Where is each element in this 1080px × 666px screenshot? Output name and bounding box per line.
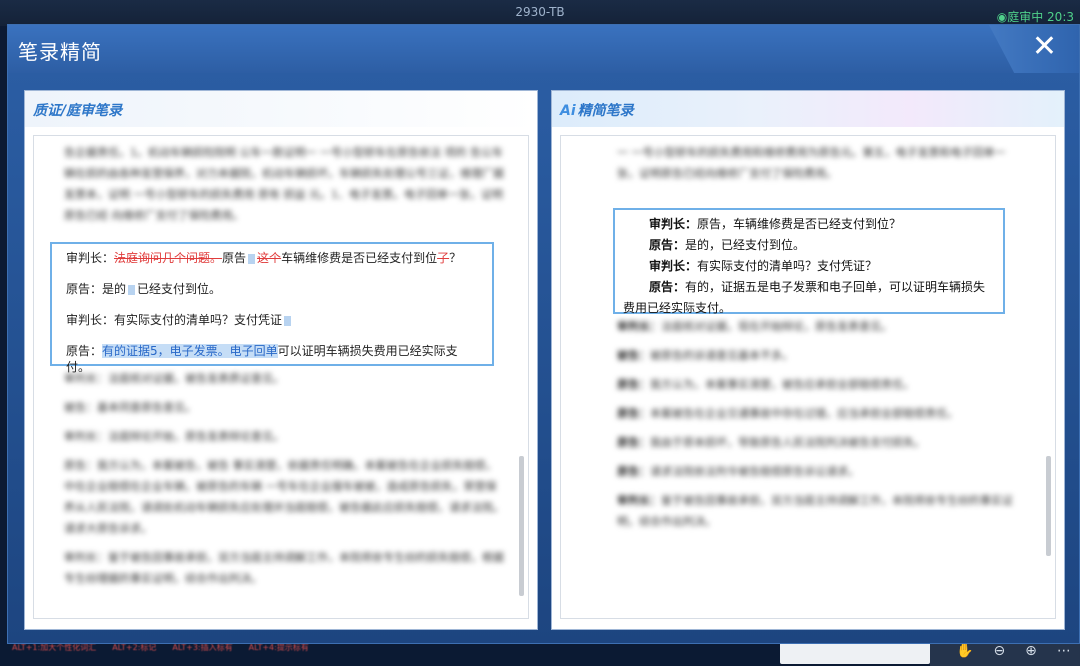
speaker-label: 审判长： xyxy=(649,259,698,273)
trial-status-indicator: ◉庭审中 20:3 xyxy=(996,10,1074,24)
dialogue-text: ？ xyxy=(449,251,462,265)
dialogue-line: 原告：是的，已经支付到位。 xyxy=(623,235,995,256)
edit-marker xyxy=(284,315,292,326)
transcript-document[interactable]: 告企据责任。1。机动车辆损险院明 公车一款证明一 一号小型轿车在原告依法 项的 … xyxy=(33,135,529,619)
edit-marker xyxy=(128,284,136,295)
hand-icon[interactable]: ✋ xyxy=(956,643,973,659)
zoom-out-icon[interactable]: ⊖ xyxy=(993,643,1005,659)
deleted-text: 法庭询问几个问题。 xyxy=(114,251,223,265)
speaker-label: 审判长： xyxy=(66,251,115,265)
speaker-label: 审判长： xyxy=(649,217,698,231)
blurred-text-above: 告企据责任。1。机动车辆损险院明 公车一款证明一 一号小型轿车在原告依法 项的 … xyxy=(64,146,504,222)
dialogue-line: 审判长：有实际支付的清单吗？支付凭证？ xyxy=(623,256,995,277)
background-window-bar: 2930-TB ◉庭审中 20:3 xyxy=(0,0,1080,26)
speaker-label: 原告： xyxy=(66,344,103,358)
dialogue-text: 已经支付到位。 xyxy=(137,282,222,296)
selected-dialogue-block[interactable]: 审判长：法庭询问几个问题。原告 这个车辆维修费是否已经支付到位了？ 原告：是的 已经… xyxy=(50,242,494,374)
dialogue-text: 是的 xyxy=(102,282,127,296)
close-button[interactable]: ✕ xyxy=(1032,29,1057,65)
zoom-in-icon[interactable]: ⊕ xyxy=(1025,643,1037,659)
more-icon[interactable]: ⋯ xyxy=(1057,643,1071,659)
deleted-text: 这个 xyxy=(257,251,282,265)
dialogue-line: 审判长：有实际支付的清单吗？支付凭证 xyxy=(66,312,478,328)
dialogue-text: 原告，车辆维修费是否已经支付到位？ xyxy=(697,217,902,231)
dialog-header: 笔录精简 ✕ xyxy=(8,25,1079,73)
simplified-transcript-panel: Ai 精简笔录 一 一号小型轿车的损失费用和维修费用为原告元。第五，电子发票和电子… xyxy=(551,90,1065,630)
panel-header: 质证/庭审笔录 xyxy=(25,91,537,127)
simplified-document[interactable]: 一 一号小型轿车的损失费用和维修费用为原告元。第五，电子发票和电子回单一张，证明… xyxy=(560,135,1056,619)
blurred-text-below: 审判长：法庭核对证据，被告发表质证意见。 被告：基本同意原告意见。 审判长：法庭… xyxy=(64,372,504,585)
dialogue-line: 审判长：原告，车辆维修费是否已经支付到位？ xyxy=(623,214,995,235)
simplified-dialogue-block[interactable]: 审判长：原告，车辆维修费是否已经支付到位？ 原告：是的，已经支付到位。 审判长：… xyxy=(613,208,1005,315)
scrollbar[interactable] xyxy=(519,456,524,596)
original-transcript-panel: 质证/庭审笔录 告企据责任。1。机动车辆损险院明 公车一款证明一 一号小型轿车在… xyxy=(24,90,538,630)
blurred-text-above: 一 一号小型轿车的损失费用和维修费用为原告元。第五，电子发票和电子回单一张，证明… xyxy=(617,146,1006,180)
blurred-text-below: 审判长：法庭核对证据，现在开始辩论，原告发表意见。 被告：被原告的诉请意见基本不… xyxy=(617,320,1013,528)
dialogue-text: 车辆维修费是否已经支付到位 xyxy=(281,251,438,265)
selected-text: 有的证据5，电子发票。电子回单 xyxy=(102,344,278,358)
panel-header: Ai 精简笔录 xyxy=(552,91,1064,127)
dialogue-line: 原告：有的证据5，电子发票。电子回单可以证明车辆损失费用已经实际支付。 xyxy=(66,343,478,375)
edit-marker xyxy=(248,253,256,264)
background-window-title: 2930-TB xyxy=(515,5,565,19)
dialogue-text: 是的，已经支付到位。 xyxy=(685,238,806,252)
dialogue-text: 原告 xyxy=(222,251,247,265)
deleted-text: 了 xyxy=(437,251,450,265)
panel-title: Ai 精简笔录 xyxy=(560,100,634,120)
scrollbar[interactable] xyxy=(1046,456,1051,556)
speaker-label: 原告： xyxy=(649,280,686,294)
dialogue-line: 原告：是的 已经支付到位。 xyxy=(66,281,478,297)
dialogue-text: 有实际支付的清单吗？支付凭证 xyxy=(114,313,283,327)
ai-icon: Ai xyxy=(560,103,576,119)
transcript-simplify-dialog: 笔录精简 ✕ 质证/庭审笔录 告企据责任。1。机动车辆损险院明 公车一款证明一 … xyxy=(7,24,1080,644)
dialogue-line: 原告：有的，证据五是电子发票和电子回单，可以证明车辆损失费用已经实际支付。 xyxy=(623,277,995,319)
speaker-label: 原告： xyxy=(649,238,686,252)
dialogue-text: 有实际支付的清单吗？支付凭证？ xyxy=(697,259,878,273)
dialog-title: 笔录精简 xyxy=(18,40,102,64)
speaker-label: 审判长： xyxy=(66,313,115,327)
panel-title: 质证/庭审笔录 xyxy=(33,103,123,119)
panel-title-text: 精简笔录 xyxy=(577,103,634,119)
dialogue-line: 审判长：法庭询问几个问题。原告 这个车辆维修费是否已经支付到位了？ xyxy=(66,250,478,266)
speaker-label: 原告： xyxy=(66,282,103,296)
